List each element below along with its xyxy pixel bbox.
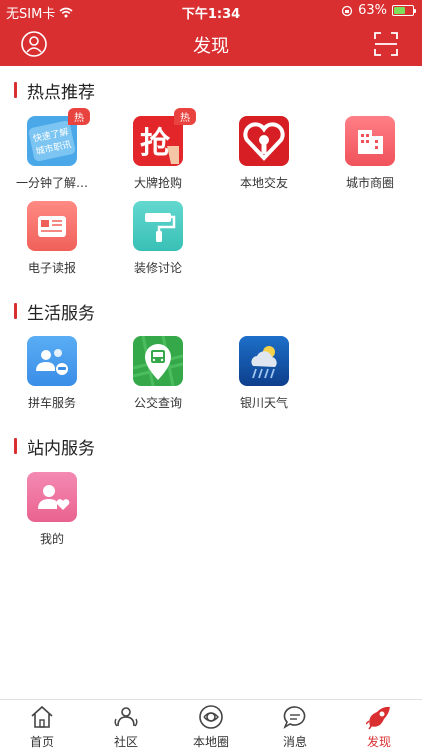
- grid-item-label: 一分钟了解…: [15, 176, 88, 190]
- grid-item-carpool[interactable]: 拼车服务: [2, 336, 102, 416]
- grid-item-brand-rush[interactable]: 抢 热 大牌抢购: [108, 108, 208, 196]
- grid-item-label: 电子读报: [27, 261, 76, 275]
- status-bar: 无SIM卡 下午1:34 63%: [0, 0, 422, 22]
- tab-label: 首页: [29, 735, 54, 749]
- bus-icon: [133, 336, 183, 386]
- my-profile-icon: [27, 472, 77, 522]
- hot-badge: 热: [174, 108, 196, 125]
- svg-text:抢: 抢: [140, 126, 171, 161]
- section-marker: [14, 303, 17, 319]
- newspaper-icon: [27, 201, 77, 251]
- tab-label: 本地圈: [192, 735, 229, 749]
- tab-community[interactable]: 社区: [84, 704, 168, 750]
- home-icon: [31, 705, 53, 728]
- tab-discover[interactable]: 发现: [337, 704, 421, 750]
- scan-icon[interactable]: [372, 30, 400, 58]
- grid-item-one-minute[interactable]: 快速了解 城市职讯 热 一分钟了解…: [2, 108, 102, 196]
- paint-roller-icon: [133, 201, 183, 251]
- weather-icon: [239, 336, 289, 386]
- message-icon: [283, 706, 306, 729]
- heart-icon: [239, 116, 289, 166]
- grid-item-label: 拼车服务: [27, 396, 76, 410]
- tab-local-circle[interactable]: 本地圈: [169, 704, 253, 750]
- tab-label: 社区: [113, 735, 138, 749]
- tab-home[interactable]: 首页: [0, 704, 84, 750]
- header-bar: 发现: [0, 22, 422, 66]
- tab-bar: 首页 社区 本地圈 消息 发现: [0, 699, 422, 750]
- grid-item-label: 公交查询: [133, 396, 182, 410]
- grid-item-label: 本地交友: [239, 176, 288, 190]
- grid-item-label: 城市商圈: [345, 176, 394, 190]
- tab-label: 发现: [366, 735, 391, 749]
- section-title-life: 生活服务: [14, 301, 95, 324]
- section-marker: [14, 438, 17, 454]
- discover-icon: [366, 706, 390, 730]
- community-icon: [114, 707, 138, 727]
- grid-item-label: 装修讨论: [133, 261, 182, 275]
- rotation-lock-icon: [341, 5, 353, 16]
- section-title-site: 站内服务: [14, 436, 95, 459]
- section-title-text: 站内服务: [27, 438, 95, 459]
- battery-icon: [392, 5, 416, 16]
- tab-label: 消息: [282, 735, 307, 749]
- grid-item-label: 大牌抢购: [133, 176, 182, 190]
- local-circle-icon: [199, 705, 223, 729]
- section-title-text: 生活服务: [27, 303, 95, 324]
- grid-item-local-dating[interactable]: 本地交友: [214, 116, 314, 196]
- hot-badge: 热: [68, 108, 90, 125]
- grid-item-label: 银川天气: [239, 396, 288, 410]
- page-title: 发现: [193, 36, 229, 57]
- tab-messages[interactable]: 消息: [253, 704, 337, 750]
- grid-item-bus[interactable]: 公交查询: [108, 336, 208, 416]
- grid-item-city-business[interactable]: 城市商圈: [320, 116, 420, 196]
- section-marker: [14, 82, 17, 98]
- battery-percent: 63%: [358, 3, 387, 18]
- section-title-hot: 热点推荐: [14, 80, 95, 103]
- grid-item-decoration[interactable]: 装修讨论: [108, 201, 208, 281]
- grid-item-e-newspaper[interactable]: 电子读报: [2, 201, 102, 281]
- grid-item-label: 我的: [39, 532, 64, 546]
- carpool-icon: [27, 336, 77, 386]
- section-title-text: 热点推荐: [27, 82, 95, 103]
- grid-item-weather[interactable]: 银川天气: [214, 336, 314, 416]
- building-icon: [345, 116, 395, 166]
- grid-item-mine[interactable]: 我的: [2, 472, 102, 552]
